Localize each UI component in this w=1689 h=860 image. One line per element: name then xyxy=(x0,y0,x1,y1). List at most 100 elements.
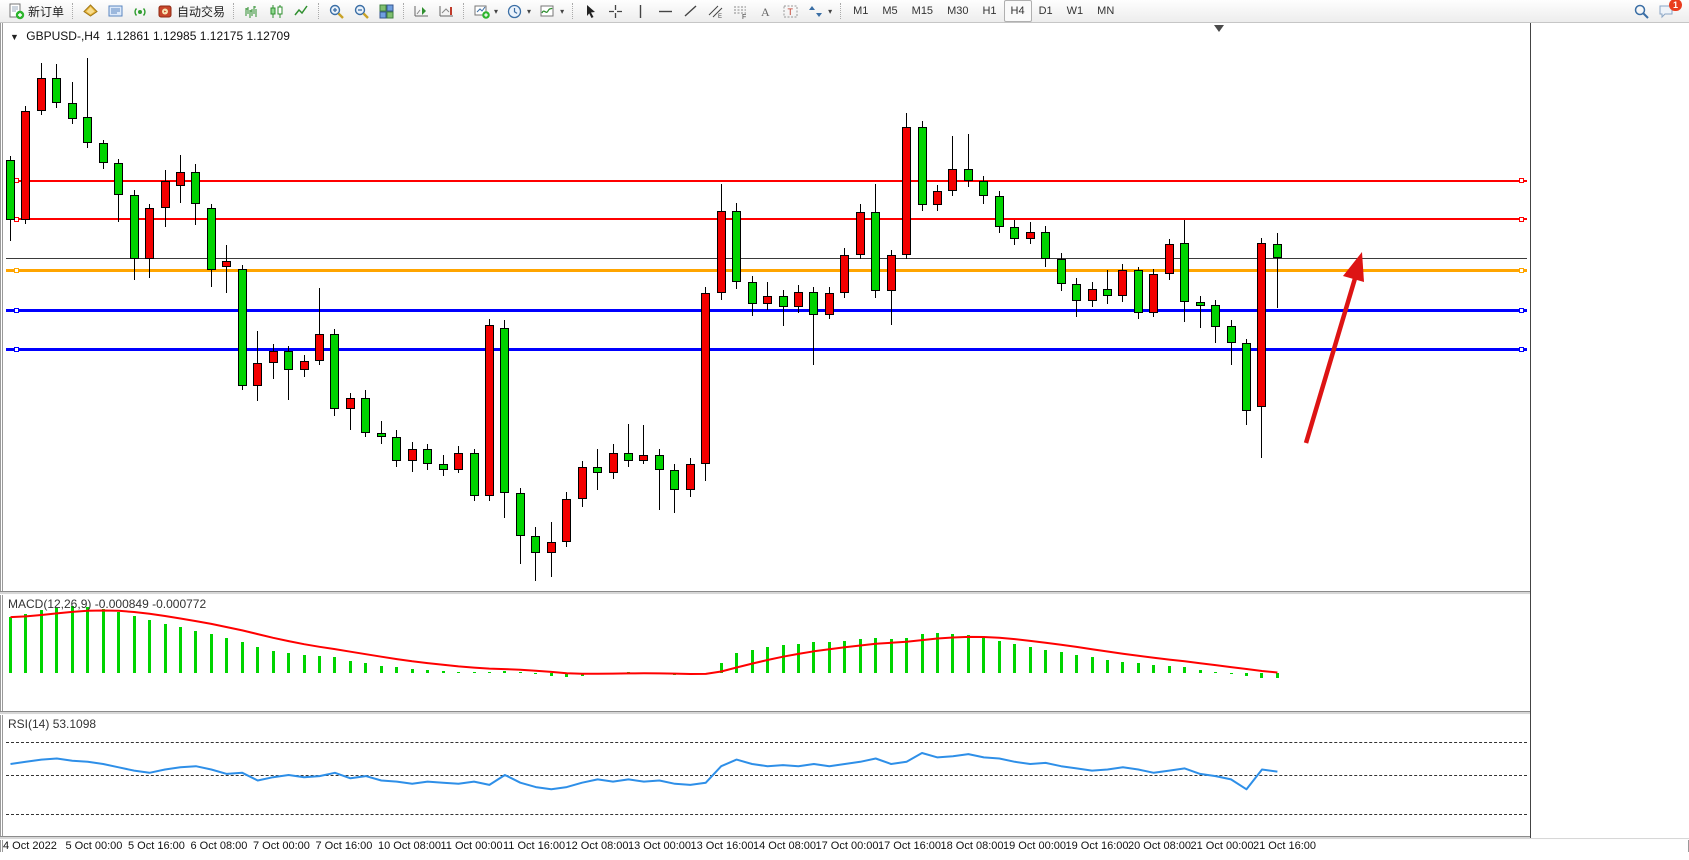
chevron-down-icon[interactable]: ▾ xyxy=(560,7,564,16)
chart-shift-button[interactable] xyxy=(409,0,434,22)
candle-body-bull xyxy=(686,464,695,490)
candle-body-bear xyxy=(1227,326,1236,344)
date-axis-label: 6 Oct 08:00 xyxy=(191,840,248,852)
chevron-down-icon[interactable]: ▾ xyxy=(494,7,498,16)
crosshair-button[interactable] xyxy=(603,0,628,22)
rsi-level-50 xyxy=(6,775,1527,776)
candle-wick xyxy=(783,290,784,326)
candle-body-bull xyxy=(639,455,648,461)
macd-histogram-bar xyxy=(642,673,645,674)
channel-button[interactable]: E xyxy=(703,0,728,22)
tile-windows-button[interactable] xyxy=(374,0,399,22)
toolbar-separator xyxy=(72,3,74,19)
chart-window[interactable] xyxy=(0,23,1689,852)
text-button[interactable]: A xyxy=(753,0,778,22)
hline-button[interactable] xyxy=(653,0,678,22)
macd-histogram-bar xyxy=(951,634,954,673)
line-handle[interactable] xyxy=(14,268,19,273)
line-handle[interactable] xyxy=(14,308,19,313)
candle-body-bear xyxy=(979,181,988,196)
candle-body-bear xyxy=(52,78,61,103)
new-order-button[interactable]: 新订单 xyxy=(4,0,68,22)
candle-body-bull xyxy=(145,208,154,260)
hline-resistance-2[interactable] xyxy=(6,218,1527,220)
notifications-icon[interactable]: 1 xyxy=(1658,3,1675,20)
line-handle[interactable] xyxy=(1519,178,1524,183)
macd-histogram-bar xyxy=(998,641,1001,673)
line-chart-button[interactable] xyxy=(289,0,314,22)
macd-histogram-bar xyxy=(658,673,661,674)
hline-resistance-1[interactable] xyxy=(6,180,1527,182)
macd-histogram-bar xyxy=(1121,662,1124,673)
vline-button[interactable] xyxy=(628,0,653,22)
collapse-triangle-icon[interactable]: ▼ xyxy=(10,32,19,42)
zoom-out-button[interactable] xyxy=(349,0,374,22)
trendline-button[interactable] xyxy=(678,0,703,22)
macd-label: MACD(12,26,9) -0.000849 -0.000772 xyxy=(8,597,206,611)
search-icon[interactable] xyxy=(1633,3,1650,20)
hline-pivot-orange[interactable] xyxy=(6,269,1527,272)
arrows-button[interactable]: ▾ xyxy=(803,0,836,22)
quotes-button[interactable] xyxy=(78,0,103,22)
macd-histogram-bar xyxy=(596,673,599,674)
chevron-down-icon[interactable]: ▾ xyxy=(828,7,832,16)
timeframe-d1[interactable]: D1 xyxy=(1032,0,1060,22)
chart-shift-marker[interactable] xyxy=(1214,25,1224,32)
timeframe-h4[interactable]: H4 xyxy=(1004,0,1032,22)
macd-histogram-bar xyxy=(1260,673,1263,678)
macd-histogram-bar xyxy=(890,639,893,673)
price-axis[interactable] xyxy=(1530,23,1689,838)
timeframe-m15[interactable]: M15 xyxy=(905,0,940,22)
timeframe-m1[interactable]: M1 xyxy=(846,0,875,22)
clock-icon xyxy=(506,3,523,20)
macd-histogram-bar xyxy=(704,673,707,674)
candle-body-bull xyxy=(1257,243,1266,407)
macd-histogram-bar xyxy=(534,673,537,674)
cursor-button[interactable] xyxy=(578,0,603,22)
line-handle[interactable] xyxy=(14,347,19,352)
templates-button[interactable]: ▾ xyxy=(535,0,568,22)
market-watch-button[interactable] xyxy=(103,0,128,22)
timeframe-h1[interactable]: H1 xyxy=(975,0,1003,22)
macd-histogram-bar xyxy=(272,651,275,673)
text-label-button[interactable]: T xyxy=(778,0,803,22)
crosshair-icon xyxy=(607,3,624,20)
macd-histogram-bar xyxy=(1152,665,1155,673)
macd-histogram-bar xyxy=(766,647,769,673)
market-watch-icon xyxy=(107,3,124,20)
macd-value: -0.000849 xyxy=(95,597,149,611)
signals-button[interactable] xyxy=(128,0,153,22)
line-handle[interactable] xyxy=(1519,268,1524,273)
macd-histogram-bar xyxy=(1199,670,1202,673)
date-axis-label: 19 Oct 16:00 xyxy=(1066,840,1129,852)
hline-support-2[interactable] xyxy=(6,348,1527,351)
line-handle[interactable] xyxy=(1519,347,1524,352)
date-axis-label: 11 Oct 16:00 xyxy=(503,840,565,852)
new-chart-button[interactable]: ▾ xyxy=(469,0,502,22)
candle-body-bear xyxy=(624,453,633,460)
line-handle[interactable] xyxy=(1519,308,1524,313)
chart-close: 1.12709 xyxy=(247,29,290,43)
rsi-panel-divider[interactable] xyxy=(0,711,1689,715)
candle-chart-button[interactable] xyxy=(264,0,289,22)
timeframe-mn[interactable]: MN xyxy=(1090,0,1121,22)
zoom-out-icon xyxy=(353,3,370,20)
bar-chart-button[interactable] xyxy=(239,0,264,22)
macd-panel-divider[interactable] xyxy=(0,591,1689,595)
timeframe-m30[interactable]: M30 xyxy=(940,0,975,22)
rsi-level-80 xyxy=(6,742,1527,743)
macd-histogram-bar xyxy=(164,624,167,673)
line-handle[interactable] xyxy=(1519,217,1524,222)
fibonacci-button[interactable]: F xyxy=(728,0,753,22)
zoom-in-button[interactable] xyxy=(324,0,349,22)
candle-body-bear xyxy=(1072,284,1081,301)
timeframe-m5[interactable]: M5 xyxy=(875,0,904,22)
periods-button[interactable]: ▾ xyxy=(502,0,535,22)
chevron-down-icon[interactable]: ▾ xyxy=(527,7,531,16)
auto-scroll-button[interactable] xyxy=(434,0,459,22)
timeframe-w1[interactable]: W1 xyxy=(1060,0,1091,22)
macd-histogram-bar xyxy=(1168,666,1171,673)
candle-body-bear xyxy=(779,296,788,307)
autotrading-button[interactable]: 自动交易 xyxy=(153,0,229,22)
candle-body-bear xyxy=(809,292,818,315)
